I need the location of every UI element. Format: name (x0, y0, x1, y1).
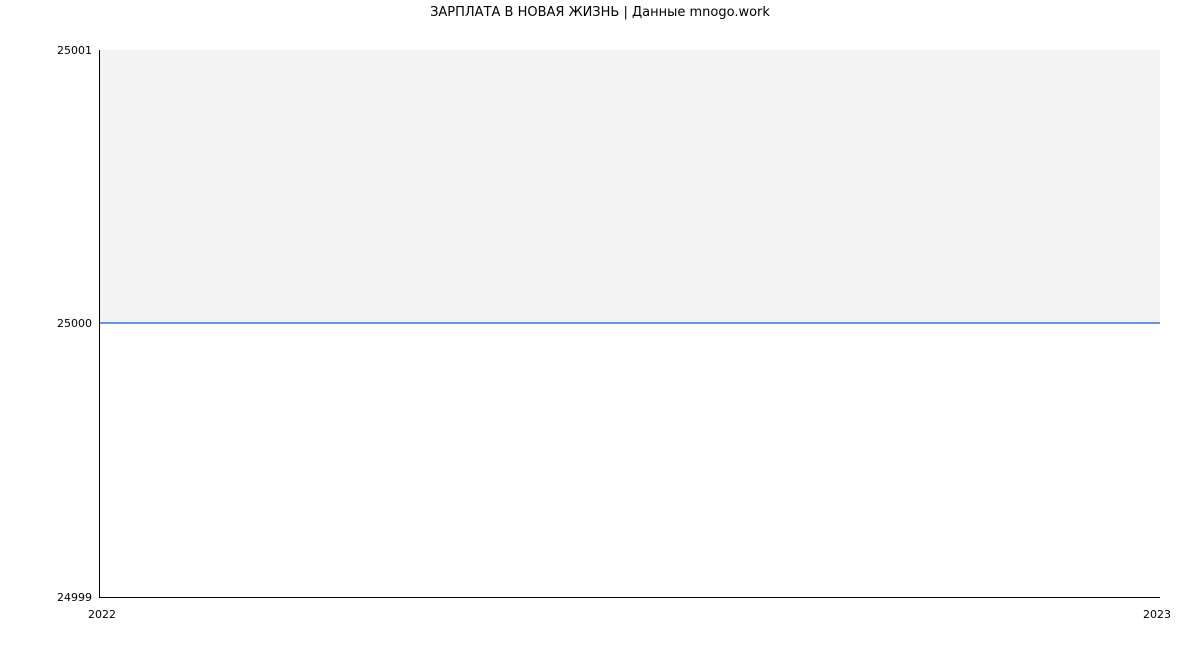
y-tick-label: 24999 (32, 591, 92, 604)
x-tick-label: 2023 (1137, 608, 1177, 621)
y-axis-line (99, 50, 100, 597)
x-axis-line (99, 597, 1160, 598)
data-line (99, 322, 1160, 324)
x-tick-label: 2022 (82, 608, 122, 621)
plot-upper-band (99, 50, 1160, 324)
y-tick-label: 25001 (32, 44, 92, 57)
y-tick-label: 25000 (32, 317, 92, 330)
chart-title: ЗАРПЛАТА В НОВАЯ ЖИЗНЬ | Данные mnogo.wo… (0, 5, 1200, 20)
chart-container: ЗАРПЛАТА В НОВАЯ ЖИЗНЬ | Данные mnogo.wo… (0, 0, 1200, 650)
